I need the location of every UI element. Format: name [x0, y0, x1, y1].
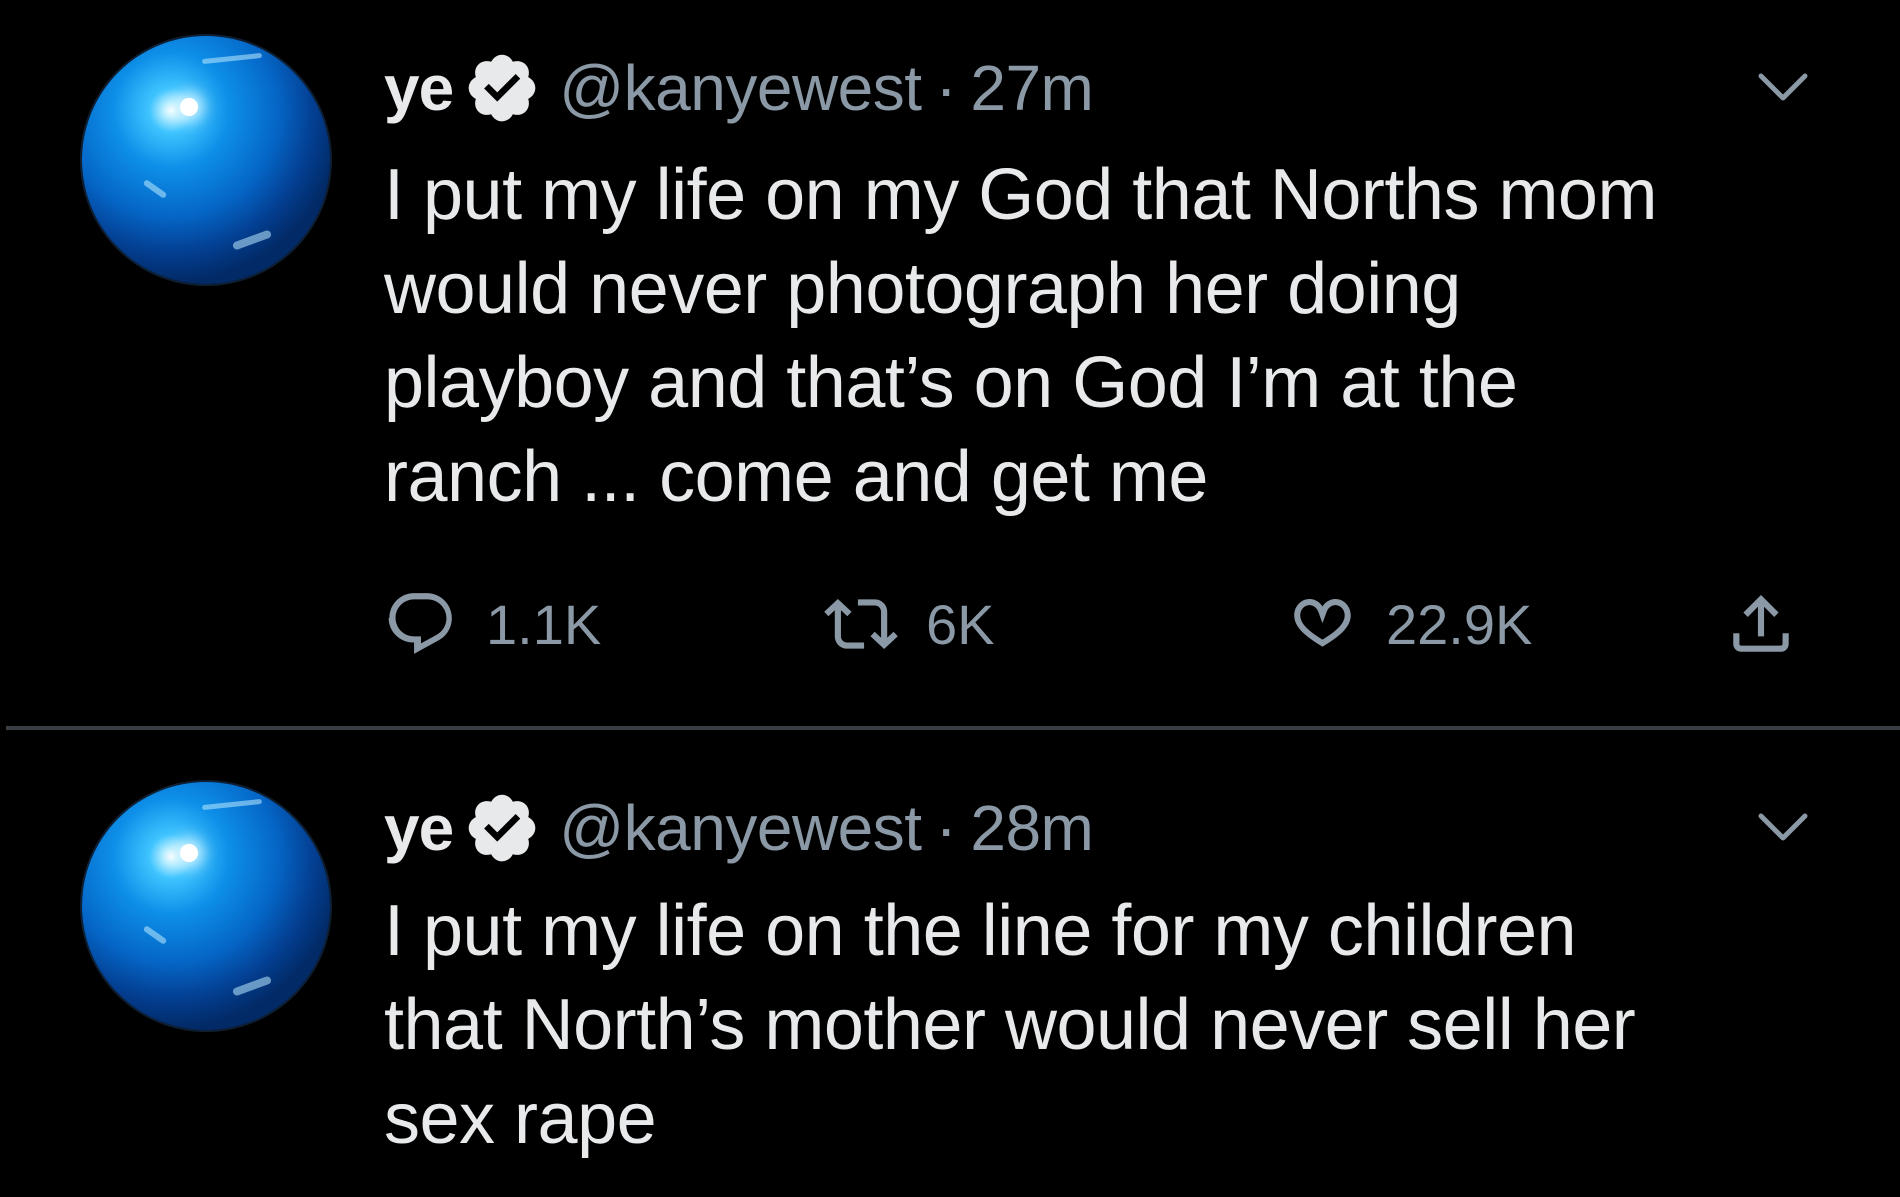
- avatar-glint: [180, 98, 198, 116]
- chevron-down-icon[interactable]: [1755, 68, 1811, 108]
- like-count: 22.9K: [1386, 592, 1533, 656]
- meta-separator: ·: [935, 792, 957, 864]
- avatar-highlight: [201, 52, 263, 65]
- reply-count: 1.1K: [486, 592, 602, 656]
- tweet-text: I put my life on my God that Norths mom …: [384, 155, 1657, 517]
- tweet-header: ye @kanyewest · 28m: [384, 788, 1094, 868]
- avatar-highlight: [142, 179, 168, 199]
- tweet[interactable]: ye @kanyewest · 27m I put my life on my Go…: [0, 0, 1900, 726]
- tweet-header: ye @kanyewest · 27m: [384, 48, 1094, 128]
- reply-button[interactable]: 1.1K: [384, 584, 601, 664]
- handle[interactable]: @kanyewest: [559, 52, 922, 124]
- retweet-button[interactable]: 6K: [824, 584, 995, 664]
- avatar-highlight: [231, 229, 273, 251]
- share-button[interactable]: [1724, 584, 1798, 664]
- handle[interactable]: @kanyewest: [559, 792, 922, 864]
- heart-icon: [1294, 598, 1351, 647]
- meta-separator: ·: [935, 52, 957, 124]
- display-name[interactable]: ye: [384, 791, 454, 865]
- tweet-text: I put my life on the line for my childre…: [384, 891, 1636, 1159]
- tweet-divider: [6, 726, 1900, 730]
- verified-badge-icon: [468, 54, 536, 122]
- retweet-count: 6K: [926, 592, 995, 656]
- tweet-meta: @kanyewest · 27m: [559, 51, 1094, 125]
- retweet-icon: [824, 598, 898, 650]
- avatar-highlight: [231, 975, 273, 997]
- avatar-highlight: [142, 925, 168, 945]
- like-button[interactable]: 22.9K: [1284, 584, 1532, 664]
- timestamp[interactable]: 28m: [970, 792, 1094, 864]
- tweet[interactable]: ye @kanyewest · 28m I put my life on the l…: [0, 732, 1900, 1197]
- share-icon: [1733, 594, 1789, 652]
- display-name[interactable]: ye: [384, 51, 454, 125]
- avatar[interactable]: [82, 36, 330, 284]
- tweet-actions: 1.1K 6K 22.9K: [384, 584, 1824, 664]
- avatar[interactable]: [82, 782, 330, 1030]
- timestamp[interactable]: 27m: [970, 52, 1094, 124]
- verified-badge-icon: [468, 794, 536, 862]
- reply-icon: [388, 593, 452, 654]
- avatar-glint: [180, 844, 198, 862]
- chevron-down-icon[interactable]: [1755, 808, 1811, 848]
- avatar-highlight: [201, 798, 263, 811]
- tweet-meta: @kanyewest · 28m: [559, 791, 1094, 865]
